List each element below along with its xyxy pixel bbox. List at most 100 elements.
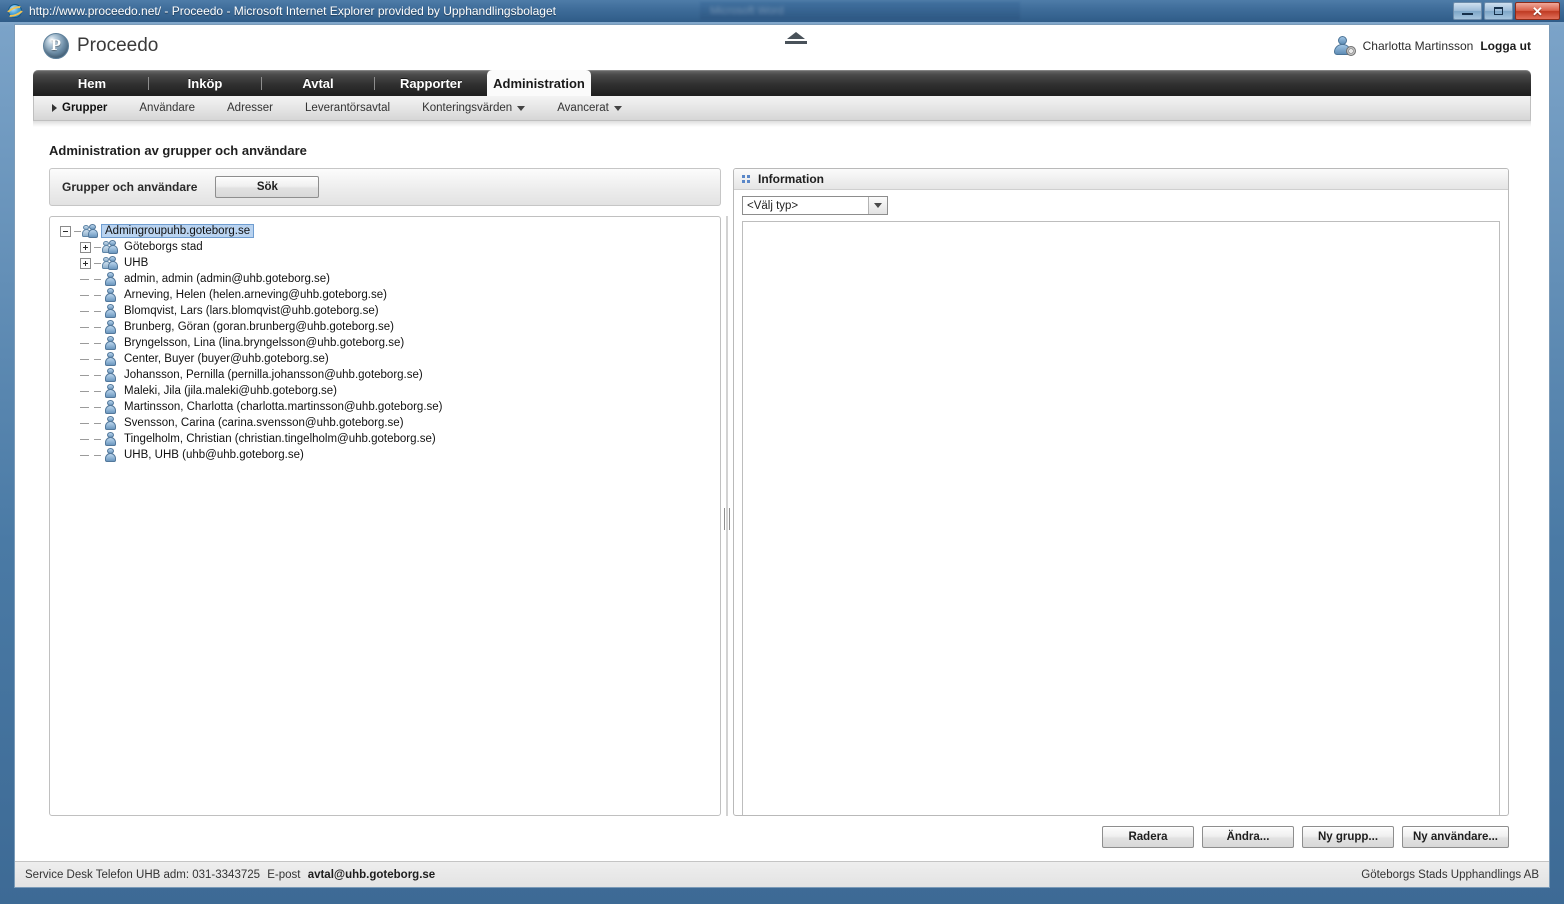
tree-user-row[interactable]: Maleki, Jila (jila.maleki@uhb.goteborg.s…: [54, 383, 716, 399]
collapse-icon[interactable]: [60, 225, 71, 237]
tree-user-row[interactable]: Johansson, Pernilla (pernilla.johansson@…: [54, 367, 716, 383]
subnav-item-avancerat[interactable]: Avancerat: [541, 102, 638, 114]
tab-inkop[interactable]: Inköp: [149, 70, 261, 96]
status-footer: Service Desk Telefon UHB adm: 031-334372…: [15, 861, 1549, 887]
tree-item-label: Johansson, Pernilla (pernilla.johansson@…: [124, 369, 423, 381]
tree-user-row[interactable]: Svensson, Carina (carina.svensson@uhb.go…: [54, 415, 716, 431]
search-toolbar: Grupper och användare Sök: [49, 168, 721, 206]
tree-connector: [80, 354, 91, 365]
group-icon: [82, 224, 98, 238]
subnav-item-konteringsvarden[interactable]: Konteringsvärden: [406, 102, 541, 114]
subnav-label: Leverantörsavtal: [305, 102, 391, 114]
expand-icon[interactable]: [80, 257, 91, 269]
new-group-button[interactable]: Ny grupp...: [1301, 826, 1394, 848]
window-titlebar: Microsoft Word http://www.proceedo.net/ …: [0, 0, 1564, 22]
detail-area: [742, 221, 1500, 815]
user-icon: [103, 432, 118, 446]
tree-group-row[interactable]: Admingroupuhb.goteborg.se: [54, 223, 716, 239]
tree-user-row[interactable]: Arneving, Helen (helen.arneving@uhb.gote…: [54, 287, 716, 303]
tree-connector: [80, 450, 91, 461]
subnav-label: Grupper: [62, 102, 108, 114]
tab-administration[interactable]: Administration: [487, 70, 591, 96]
logout-link[interactable]: Logga ut: [1480, 39, 1531, 53]
search-button[interactable]: Sök: [215, 176, 320, 198]
tree-connector: [80, 434, 91, 445]
user-name: Charlotta Martinsson: [1362, 39, 1474, 53]
information-panel: Information <Välj typ> Radera Ändra... N…: [733, 168, 1509, 848]
subnav-item-adresser[interactable]: Adresser: [211, 102, 289, 114]
groups-tree[interactable]: Admingroupuhb.goteborg.se Göteborgs stad U…: [49, 216, 721, 816]
information-title: Information: [758, 172, 824, 186]
chevron-down-icon[interactable]: [868, 197, 887, 214]
tree-user-row[interactable]: Blomqvist, Lars (lars.blomqvist@uhb.gote…: [54, 303, 716, 319]
page-content: P Proceedo Charlotta Martinsson Logga ut…: [14, 24, 1550, 888]
collapse-arrow-icon[interactable]: [781, 32, 811, 46]
user-icon: [103, 400, 118, 414]
tree-user-row[interactable]: Martinsson, Charlotta (charlotta.martins…: [54, 399, 716, 415]
subnav-item-leverantorsavtal[interactable]: Leverantörsavtal: [289, 102, 406, 114]
tree-connector: [94, 454, 101, 456]
panel-splitter[interactable]: [721, 216, 733, 816]
tree-user-row[interactable]: admin, admin (admin@uhb.goteborg.se): [54, 271, 716, 287]
tree-item-label: Maleki, Jila (jila.maleki@uhb.goteborg.s…: [124, 385, 338, 397]
tree-group-row[interactable]: Göteborgs stad: [54, 239, 716, 255]
tab-avtal[interactable]: Avtal: [262, 70, 374, 96]
tab-hem[interactable]: Hem: [36, 70, 148, 96]
subnav-item-grupper[interactable]: Grupper: [48, 102, 123, 114]
type-select[interactable]: <Välj typ>: [742, 196, 888, 215]
main-columns: Grupper och användare Sök Admingroupuhb.…: [33, 168, 1531, 848]
user-session: Charlotta Martinsson Logga ut: [1333, 36, 1531, 56]
page-body: Administration av grupper och användare …: [15, 127, 1549, 848]
splitter-grip[interactable]: [724, 508, 730, 530]
tree-user-row[interactable]: Tingelholm, Christian (christian.tingelh…: [54, 431, 716, 447]
tab-rapporter[interactable]: Rapporter: [375, 70, 487, 96]
tree-group-row[interactable]: UHB: [54, 255, 716, 271]
tree-connector: [74, 230, 81, 232]
user-icon: [103, 448, 118, 462]
window-title: http://www.proceedo.net/ - Proceedo - Mi…: [29, 4, 556, 18]
search-label: Grupper och användare: [62, 180, 198, 194]
tree-connector: [94, 310, 101, 312]
footer-email[interactable]: avtal@uhb.goteborg.se: [308, 869, 436, 881]
tree-connector: [94, 390, 101, 392]
group-icon: [102, 240, 118, 254]
subnav-label: Konteringsvärden: [422, 102, 513, 114]
tree-user-row[interactable]: Center, Buyer (buyer@uhb.goteborg.se): [54, 351, 716, 367]
edit-button[interactable]: Ändra...: [1201, 826, 1294, 848]
user-icon: [103, 336, 118, 350]
tree-connector: [94, 294, 101, 296]
close-button[interactable]: ✕: [1515, 2, 1560, 20]
tree-connector: [94, 262, 101, 264]
background-window-ghost: Microsoft Word: [700, 2, 1020, 20]
subnav-item-anvandare[interactable]: Användare: [123, 102, 211, 114]
tree-user-row[interactable]: Brunberg, Göran (goran.brunberg@uhb.gote…: [54, 319, 716, 335]
tree-user-row[interactable]: UHB, UHB (uhb@uhb.goteborg.se): [54, 447, 716, 463]
footer-company: Göteborgs Stads Upphandlings AB: [1361, 868, 1539, 881]
new-user-button[interactable]: Ny användare...: [1401, 826, 1509, 848]
tree-item-label: Göteborgs stad: [124, 241, 203, 253]
restore-button[interactable]: [1484, 2, 1513, 20]
tree-item-label: Svensson, Carina (carina.svensson@uhb.go…: [124, 417, 404, 429]
subnav-label: Avancerat: [557, 102, 609, 114]
chevron-down-icon: [517, 105, 526, 111]
tree-item-label: Bryngelsson, Lina (lina.bryngelsson@uhb.…: [124, 337, 405, 349]
tree-user-row[interactable]: Bryngelsson, Lina (lina.bryngelsson@uhb.…: [54, 335, 716, 351]
tree-connector: [80, 402, 91, 413]
tree-connector: [80, 418, 91, 429]
user-icon: [103, 272, 118, 286]
user-icon: [103, 352, 118, 366]
user-icon: [103, 304, 118, 318]
expand-icon[interactable]: [80, 241, 91, 253]
tree-item-label: Center, Buyer (buyer@uhb.goteborg.se): [124, 353, 329, 365]
tree-connector: [80, 290, 91, 301]
tree-item-label: Tingelholm, Christian (christian.tingelh…: [124, 433, 436, 445]
tree-item-label: admin, admin (admin@uhb.goteborg.se): [124, 273, 331, 285]
tree-connector: [80, 306, 91, 317]
delete-button[interactable]: Radera: [1101, 826, 1194, 848]
tree-item-label: Admingroupuhb.goteborg.se: [101, 224, 255, 238]
tree-item-label: UHB: [124, 257, 149, 269]
minimize-button[interactable]: [1453, 2, 1482, 20]
tree-item-label: Martinsson, Charlotta (charlotta.martins…: [124, 401, 443, 413]
user-icon: [103, 320, 118, 334]
user-icon: [103, 288, 118, 302]
